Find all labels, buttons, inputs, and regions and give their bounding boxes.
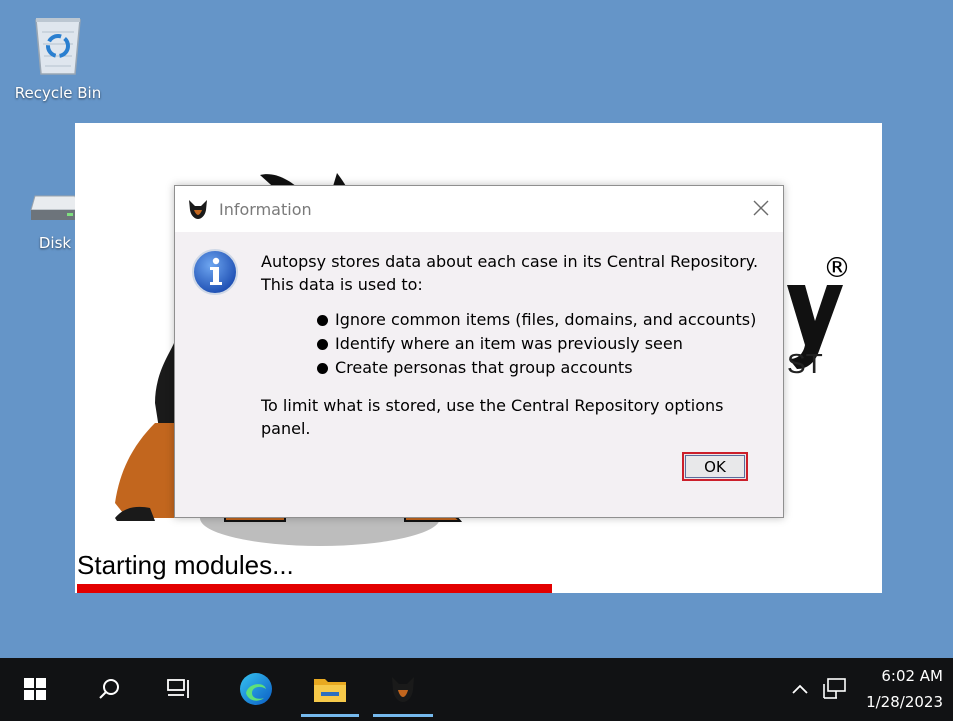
edge-taskbar-button[interactable] (228, 658, 284, 719)
show-hidden-icons-button[interactable] (786, 658, 814, 719)
clock-time: 6:02 AM (881, 667, 943, 685)
task-view-button[interactable] (154, 658, 204, 719)
splash-progress-bar (77, 584, 882, 593)
start-button[interactable] (10, 658, 60, 719)
dialog-title: Information (219, 200, 312, 219)
list-item: Ignore common items (files, domains, and… (315, 308, 771, 332)
message-footer: To limit what is stored, use the Central… (261, 396, 724, 438)
file-explorer-taskbar-button[interactable] (301, 658, 359, 719)
ok-button[interactable]: OK (682, 452, 748, 481)
taskbar-clock[interactable]: 6:02 AM 1/28/2023 (857, 663, 943, 715)
chevron-up-icon (792, 684, 808, 694)
close-button[interactable] (743, 192, 779, 224)
network-icon (823, 677, 846, 699)
info-icon (192, 249, 238, 295)
recycle-bin-icon (35, 18, 81, 75)
taskbar: 6:02 AM 1/28/2023 (0, 658, 953, 721)
bullet-list: Ignore common items (files, domains, and… (315, 308, 771, 380)
network-tray-button[interactable] (818, 658, 852, 719)
search-button[interactable] (84, 658, 134, 719)
close-icon (753, 200, 769, 216)
information-dialog: Information Autopsy stores data about ea… (174, 185, 784, 518)
autopsy-icon (392, 676, 414, 702)
message-line-1: Autopsy stores data about each case in i… (261, 252, 759, 271)
task-view-icon (167, 678, 189, 698)
brand-tagline-fragment: ST (787, 348, 823, 379)
disk-drive-icon (30, 195, 80, 220)
autopsy-taskbar-button[interactable] (373, 658, 433, 719)
recycle-bin-shortcut[interactable]: Recycle Bin (6, 10, 110, 102)
registered-trademark-mark: ® (823, 251, 851, 284)
message-line-2: This data is used to: (261, 275, 423, 294)
splash-status-text: Starting modules... (77, 550, 294, 580)
active-indicator (301, 714, 359, 717)
autopsy-app-icon (189, 200, 207, 219)
list-item: Create personas that group accounts (315, 356, 771, 380)
active-indicator (373, 714, 433, 717)
dialog-titlebar[interactable]: Information (175, 186, 783, 232)
recycle-bin-label: Recycle Bin (14, 84, 102, 102)
edge-icon (240, 672, 272, 705)
list-item: Identify where an item was previously se… (315, 332, 771, 356)
splash-progress-fill (77, 584, 552, 593)
file-explorer-icon (314, 678, 346, 702)
start-icon (24, 677, 46, 700)
search-icon (99, 678, 119, 699)
dialog-message: Autopsy stores data about each case in i… (261, 250, 771, 440)
clock-date: 1/28/2023 (866, 693, 943, 711)
